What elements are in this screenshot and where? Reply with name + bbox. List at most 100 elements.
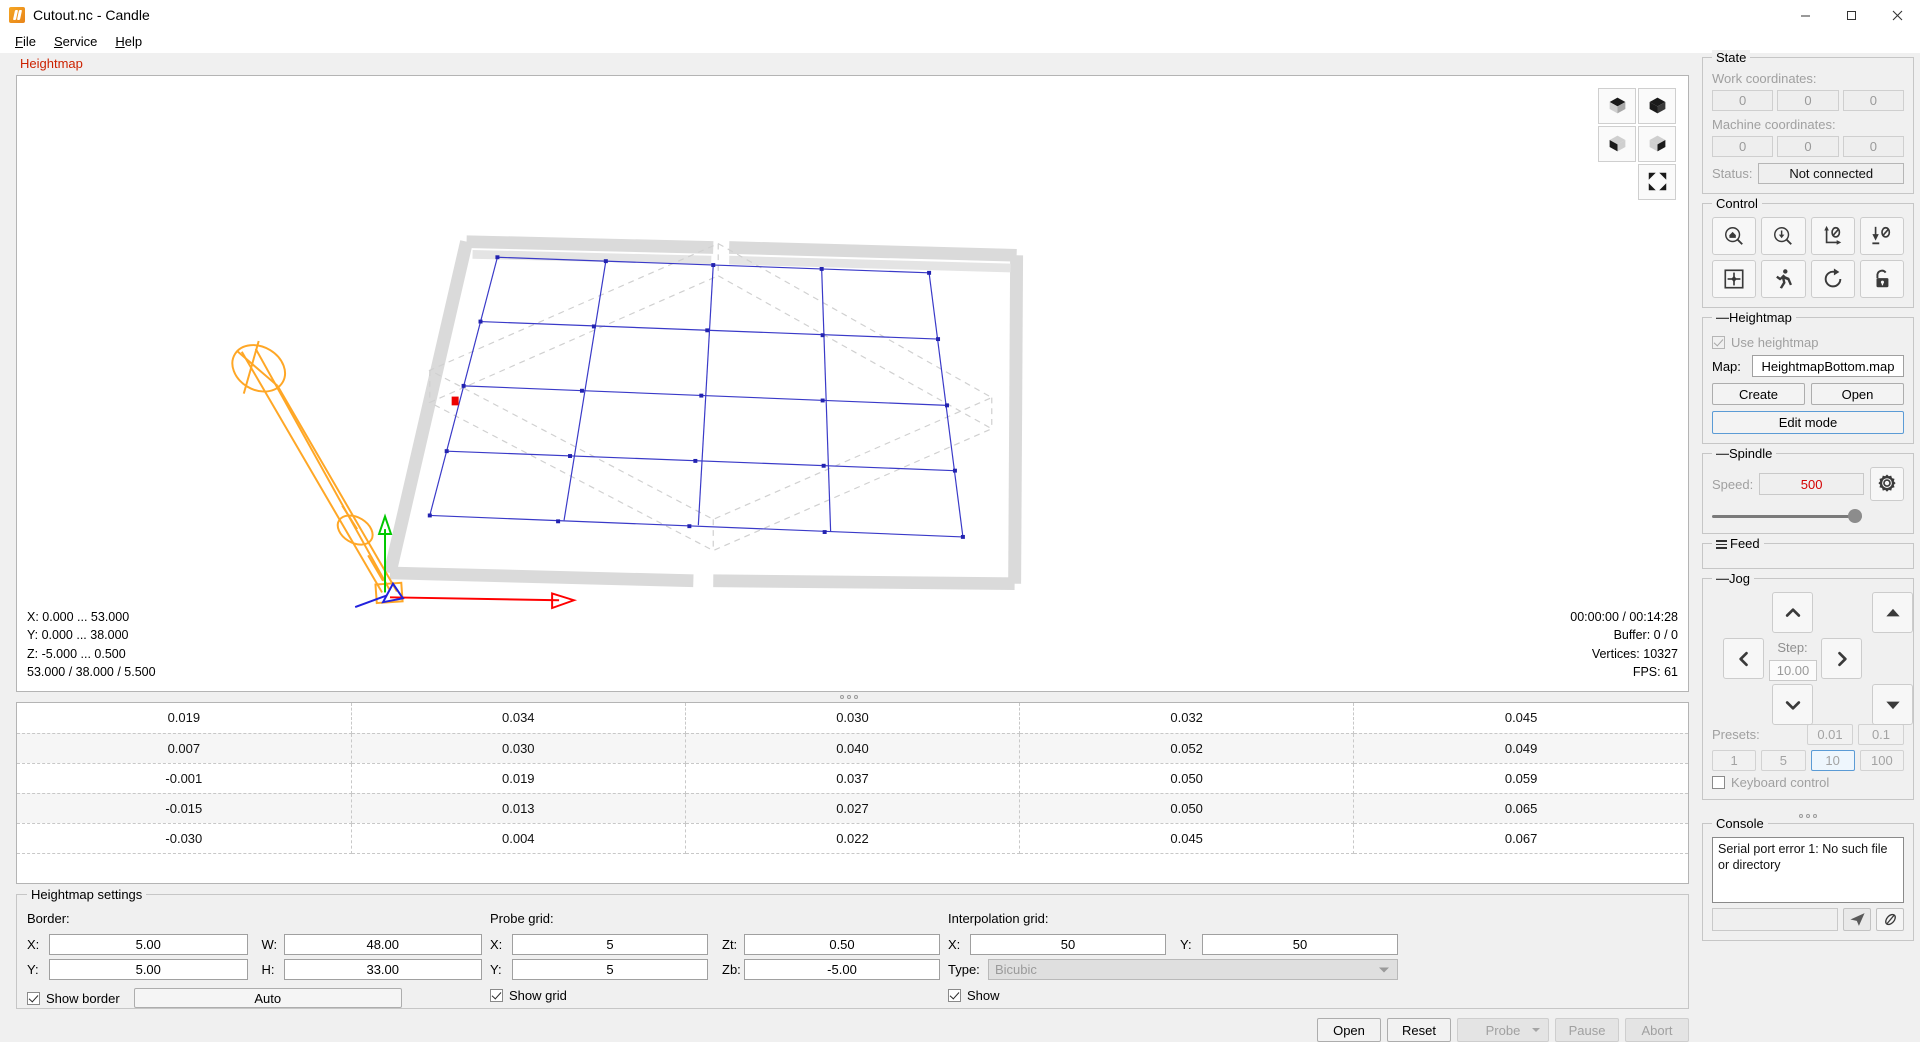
probe-button[interactable]: Probe [1457, 1018, 1549, 1042]
runner-icon[interactable] [1761, 260, 1806, 298]
table-cell[interactable]: -0.015 [17, 793, 352, 824]
keyboard-control-checkbox[interactable] [1712, 776, 1725, 789]
open-map-button[interactable]: Open [1811, 383, 1904, 405]
slider-handle[interactable] [1848, 509, 1862, 523]
table-cell[interactable]: 0.065 [1353, 793, 1688, 824]
menu-service[interactable]: Service [45, 32, 106, 51]
border-y-input[interactable] [49, 959, 248, 980]
cube-icon-view-4[interactable] [1638, 125, 1676, 162]
paperclip-icon[interactable] [1876, 908, 1904, 931]
table-cell[interactable]: 0.004 [351, 823, 686, 854]
auto-button[interactable]: Auto [133, 988, 402, 1008]
probe-x-input[interactable] [512, 934, 708, 955]
close-icon[interactable] [1874, 0, 1920, 30]
probe-y-input[interactable] [512, 959, 708, 980]
map-input[interactable] [1752, 355, 1904, 377]
chevron-left-icon[interactable] [1723, 638, 1764, 679]
jog-preset-0-01[interactable]: 0.01 [1807, 724, 1853, 745]
table-cell[interactable]: 0.034 [351, 703, 686, 734]
unlock-icon[interactable] [1859, 260, 1904, 298]
expand-arrows-icon[interactable] [1638, 163, 1676, 200]
chevron-down-icon[interactable] [1772, 684, 1813, 725]
table-cell[interactable]: 0.050 [1019, 763, 1355, 794]
border-h-input[interactable] [283, 959, 482, 980]
probe-zt-input[interactable] [744, 934, 940, 955]
pause-button[interactable]: Pause [1555, 1018, 1619, 1042]
down-search-icon[interactable] [1761, 217, 1806, 255]
jog-preset-1[interactable]: 1 [1712, 750, 1757, 771]
jog-preset-100[interactable]: 100 [1859, 750, 1904, 771]
cube-icon-view-2[interactable] [1638, 87, 1676, 124]
table-row[interactable]: -0.030 0.004 0.022 0.045 0.067 [17, 823, 1688, 854]
table-cell[interactable]: 0.037 [685, 763, 1021, 794]
center-target-icon[interactable] [1712, 260, 1757, 298]
border-w-input[interactable] [283, 934, 482, 955]
table-cell[interactable]: 0.059 [1353, 763, 1688, 794]
interpolation-type-select[interactable]: Bicubic [988, 959, 1398, 980]
table-cell[interactable]: 0.007 [17, 733, 352, 764]
feed-group-title[interactable]: Feed [1712, 536, 1764, 551]
table-cell[interactable]: 0.040 [685, 733, 1021, 764]
triangle-up-icon[interactable] [1872, 592, 1913, 633]
viewport-table-splitter[interactable] [0, 692, 1698, 702]
maximize-icon[interactable] [1828, 0, 1874, 30]
table-cell[interactable]: 0.013 [351, 793, 686, 824]
spindle-speed-input[interactable] [1759, 473, 1864, 495]
interp-x-input[interactable] [970, 934, 1166, 955]
home-search-icon[interactable] [1712, 217, 1757, 255]
table-cell[interactable]: 0.045 [1019, 823, 1355, 854]
axis-zero-icon[interactable] [1810, 217, 1855, 255]
jog-step-input[interactable] [1769, 660, 1817, 681]
probe-zb-input[interactable] [744, 959, 940, 980]
down-zero-icon[interactable] [1859, 217, 1904, 255]
table-cell[interactable]: -0.001 [17, 763, 352, 794]
border-x-input[interactable] [49, 934, 248, 955]
send-icon[interactable] [1843, 908, 1871, 931]
table-cell[interactable]: 0.019 [351, 763, 686, 794]
jog-preset-5[interactable]: 5 [1761, 750, 1806, 771]
reset-button[interactable]: Reset [1387, 1018, 1451, 1042]
table-row[interactable]: -0.001 0.019 0.037 0.050 0.059 [17, 763, 1688, 794]
open-button[interactable]: Open [1317, 1018, 1381, 1042]
table-cell[interactable]: 0.027 [685, 793, 1021, 824]
table-cell[interactable]: 0.050 [1019, 793, 1355, 824]
jog-preset-0-1[interactable]: 0.1 [1858, 724, 1904, 745]
3d-viewport[interactable]: X: 0.000 ... 53.000 Y: 0.000 ... 38.000 … [16, 74, 1689, 693]
table-cell[interactable]: 0.049 [1353, 733, 1688, 764]
minimize-icon[interactable] [1782, 0, 1828, 30]
show-border-checkbox[interactable] [27, 991, 40, 1005]
jog-preset-10[interactable]: 10 [1810, 750, 1855, 771]
table-cell[interactable]: 0.032 [1019, 703, 1355, 734]
table-cell[interactable]: 0.052 [1019, 733, 1355, 764]
heightmap-table-container[interactable]: 0.019 0.034 0.030 0.032 0.045 0.007 0.030 0.040… [16, 702, 1689, 884]
chevron-right-icon[interactable] [1821, 638, 1862, 679]
menu-file[interactable]: File [6, 32, 45, 51]
jog-group-title[interactable]: —Jog [1712, 571, 1754, 586]
abort-button[interactable]: Abort [1625, 1018, 1689, 1042]
heightmap-panel-title[interactable]: —Heightmap [1712, 310, 1796, 325]
triangle-down-icon[interactable] [1872, 684, 1913, 725]
console-command-input[interactable] [1712, 908, 1838, 931]
spindle-group-title[interactable]: —Spindle [1712, 446, 1777, 461]
show-grid-checkbox[interactable] [490, 989, 503, 1002]
table-row[interactable]: -0.015 0.013 0.027 0.050 0.065 [17, 793, 1688, 824]
table-cell[interactable]: 0.022 [685, 823, 1021, 854]
cube-icon-view-3[interactable] [1598, 125, 1636, 162]
menu-help[interactable]: Help [106, 32, 151, 51]
table-cell[interactable]: 0.030 [685, 703, 1021, 734]
use-heightmap-checkbox[interactable] [1712, 336, 1725, 349]
edit-mode-button[interactable]: Edit mode [1712, 411, 1904, 434]
table-row[interactable]: 0.019 0.034 0.030 0.032 0.045 [17, 703, 1688, 734]
chevron-up-icon[interactable] [1772, 592, 1813, 633]
cube-icon-view-1[interactable] [1598, 87, 1636, 124]
interp-y-input[interactable] [1202, 934, 1398, 955]
table-cell[interactable]: -0.030 [17, 823, 352, 854]
show-interpolation-checkbox[interactable] [948, 989, 961, 1002]
spindle-speed-slider[interactable] [1712, 508, 1904, 524]
heightmap-tab-label[interactable]: Heightmap [0, 53, 1698, 75]
table-cell[interactable]: 0.045 [1353, 703, 1688, 734]
gear-icon[interactable] [1870, 467, 1904, 501]
table-cell[interactable]: 0.030 [351, 733, 686, 764]
restore-circle-icon[interactable] [1810, 260, 1855, 298]
create-map-button[interactable]: Create [1712, 383, 1805, 405]
